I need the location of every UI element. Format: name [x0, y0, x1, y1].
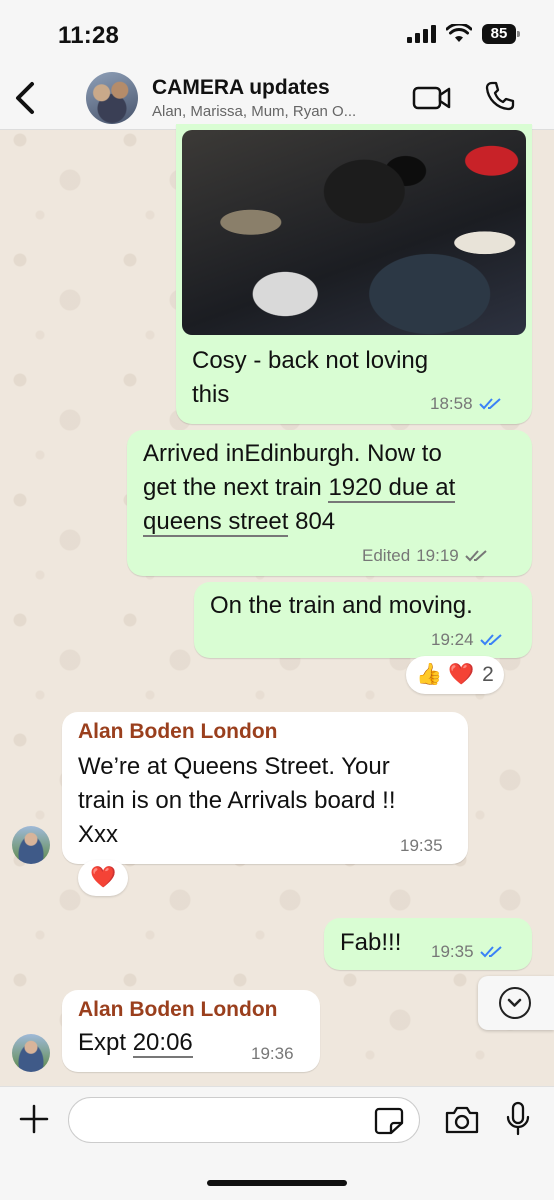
message-meta: 18:58 — [430, 394, 503, 414]
time-link[interactable]: 20:06 — [132, 1029, 193, 1058]
message-time: 18:58 — [430, 394, 473, 413]
message-text: Fab!!! — [340, 929, 402, 956]
message-time: 19:35 — [400, 836, 443, 855]
message-text: Arrived inEdinburgh. Now to get the next… — [143, 440, 456, 537]
reaction-count: 2 — [482, 663, 494, 686]
message-time: 19:19 — [416, 546, 459, 565]
member-avatar[interactable] — [12, 826, 50, 864]
plus-icon[interactable] — [18, 1103, 50, 1135]
mic-icon[interactable] — [504, 1101, 532, 1137]
phone-icon[interactable] — [484, 80, 516, 112]
message-text: Expt 20:06 — [78, 1029, 193, 1058]
message-meta: 19:24 — [431, 630, 504, 650]
place-link[interactable]: queens street — [143, 508, 289, 537]
scroll-down-icon — [499, 987, 531, 1019]
chat-header: CAMERA updates Alan, Marissa, Mum, Ryan … — [0, 70, 554, 130]
group-avatar[interactable] — [86, 72, 138, 124]
message-photo[interactable] — [182, 130, 526, 335]
message-meta: 19:35 — [400, 836, 443, 856]
delivered-receipt-icon — [465, 550, 487, 562]
message-meta: 19:35 — [431, 942, 504, 962]
status-time: 11:28 — [58, 22, 120, 49]
battery-icon: 85 — [482, 24, 520, 44]
reaction-emoji: ❤️ — [90, 866, 117, 889]
message-input[interactable] — [68, 1097, 420, 1143]
time-link[interactable]: 1920 due at — [328, 474, 456, 503]
sticker-icon[interactable] — [374, 1107, 404, 1135]
edited-label: Edited — [362, 546, 411, 565]
message-text: On the train and moving. — [210, 592, 473, 619]
back-chevron-icon[interactable] — [10, 78, 40, 118]
message-time: 19:36 — [251, 1044, 294, 1063]
camera-icon[interactable] — [444, 1105, 480, 1135]
reaction-emojis: 👍 ❤️ — [416, 663, 475, 686]
message-text: We’re at Queens Street. Your train is on… — [78, 753, 396, 848]
scroll-to-bottom-button[interactable] — [478, 976, 554, 1030]
read-receipt-icon — [478, 398, 501, 410]
message-text: Cosy - back not loving this — [192, 347, 429, 408]
home-indicator — [207, 1180, 347, 1186]
reaction-pill[interactable]: ❤️ — [78, 860, 129, 896]
message-meta: 19:36 — [251, 1044, 294, 1064]
read-receipt-icon — [479, 634, 502, 646]
read-receipt-icon — [479, 946, 502, 958]
video-call-icon[interactable] — [412, 84, 452, 112]
message-time: 19:24 — [431, 630, 474, 649]
message-meta: Edited 19:19 — [362, 546, 489, 566]
status-icons: 85 — [407, 24, 520, 44]
sender-name[interactable]: Alan Boden London — [78, 720, 277, 744]
reaction-pill[interactable]: 👍 ❤️ 2 — [406, 656, 504, 694]
chat-title[interactable]: CAMERA updates — [152, 76, 330, 100]
wifi-icon — [446, 24, 472, 42]
sender-name[interactable]: Alan Boden London — [78, 998, 277, 1022]
message-time: 19:35 — [431, 942, 474, 961]
status-bar: 11:28 85 — [0, 0, 554, 70]
chat-subtitle[interactable]: Alan, Marissa, Mum, Ryan O... — [152, 103, 356, 120]
member-avatar[interactable] — [12, 1034, 50, 1072]
signal-icon — [407, 25, 436, 43]
